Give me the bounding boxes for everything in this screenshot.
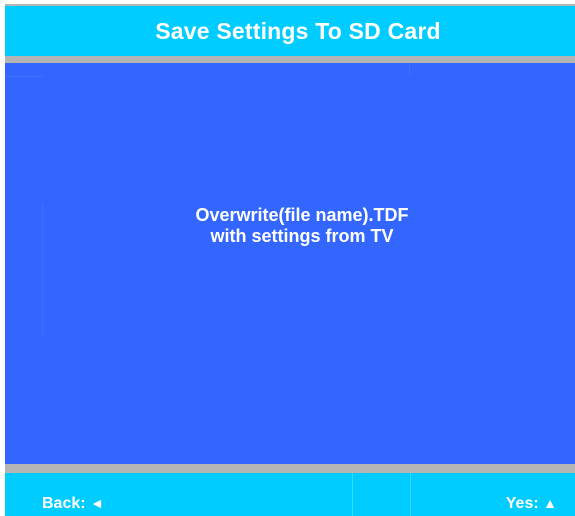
title-bar: Save Settings To SD Card [5, 6, 575, 56]
message-line-2: with settings from TV [210, 226, 394, 246]
title-divider [5, 56, 575, 63]
overwrite-message: Overwrite(file name).TDF with settings f… [5, 205, 575, 247]
up-arrow-icon: ▲ [543, 495, 557, 511]
message-line-1: Overwrite(file name).TDF [195, 205, 409, 225]
panel-guide-line [409, 65, 410, 76]
left-arrow-icon: ◄ [90, 495, 104, 511]
yes-button[interactable]: Yes: ▲ [506, 493, 557, 514]
footer-divider [5, 464, 575, 473]
page-title: Save Settings To SD Card [155, 17, 441, 44]
yes-label: Yes: [505, 495, 539, 512]
back-button[interactable]: Back: ◄ [42, 493, 104, 514]
message-panel: Overwrite(file name).TDF with settings f… [5, 63, 575, 464]
footer-bar: Back: ◄ Yes: ▲ [5, 473, 575, 516]
back-label: Back: [42, 495, 86, 512]
footer-seam [410, 473, 411, 516]
panel-guide-line [5, 76, 43, 77]
footer-seam [352, 473, 353, 516]
tv-menu-screen: Save Settings To SD Card Overwrite(file … [5, 4, 575, 516]
